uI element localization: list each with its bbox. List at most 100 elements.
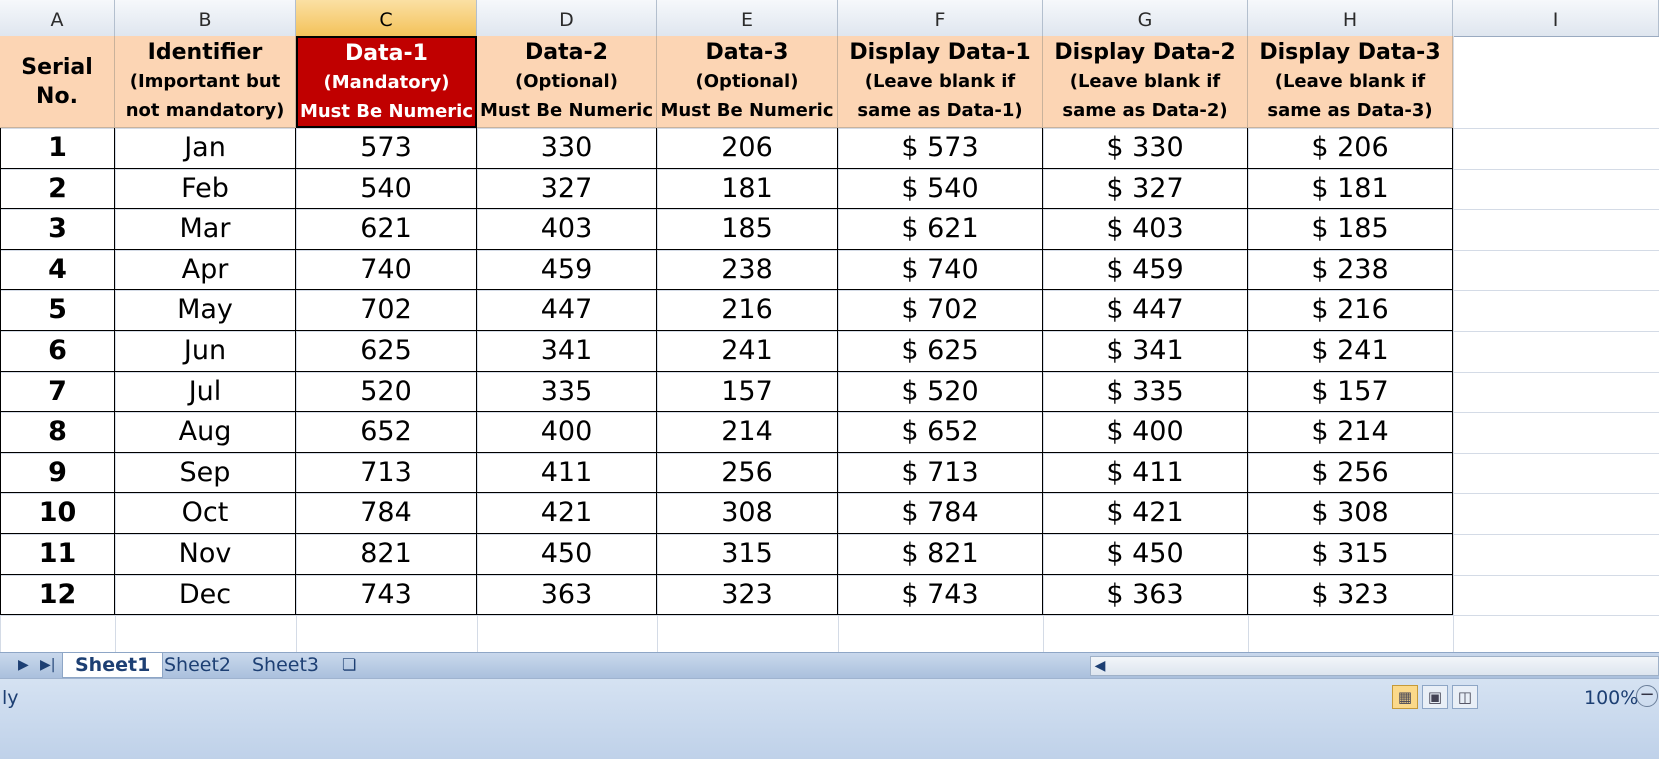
table-cell[interactable]: Mar [115,209,296,250]
table-cell[interactable]: $ 621 [838,209,1043,250]
table-cell[interactable]: 411 [477,452,657,494]
table-cell[interactable]: $ 335 [1043,371,1248,413]
table-cell[interactable]: Aug [115,412,296,453]
table-cell[interactable]: $ 238 [1248,249,1453,291]
table-cell[interactable]: 327 [477,168,657,210]
last-sheet-icon[interactable]: ▶| [40,657,55,673]
table-cell[interactable]: 7 [0,371,115,413]
table-cell[interactable]: 238 [657,249,838,291]
table-cell[interactable]: $ 403 [1043,209,1248,250]
table-cell[interactable]: $ 214 [1248,412,1453,453]
horizontal-scrollbar[interactable] [1090,656,1659,676]
column-header-f[interactable]: F [838,0,1043,36]
header-cell-a[interactable]: Serial No. [0,36,115,128]
column-header-d[interactable]: D [477,0,657,36]
table-cell[interactable]: $ 216 [1248,290,1453,331]
table-cell[interactable]: $ 459 [1043,249,1248,291]
table-cell[interactable]: 214 [657,412,838,453]
table-cell[interactable]: $ 450 [1043,534,1248,575]
page-layout-view-icon[interactable]: ▣ [1422,685,1448,709]
table-cell[interactable]: $ 330 [1043,128,1248,169]
table-cell[interactable]: 330 [477,128,657,169]
sheet-tab-sheet2[interactable]: Sheet2 [152,653,243,677]
table-cell[interactable]: 743 [296,574,477,616]
table-cell[interactable]: 702 [296,290,477,331]
header-cell-e[interactable]: Data-3 (Optional) Must Be Numeric [657,36,838,128]
header-cell-d[interactable]: Data-2 (Optional) Must Be Numeric [477,36,657,128]
column-header-c[interactable]: C [296,0,477,36]
table-cell[interactable]: 652 [296,412,477,453]
table-cell[interactable]: $ 256 [1248,452,1453,494]
table-cell[interactable]: Dec [115,574,296,616]
table-cell[interactable]: $ 702 [838,290,1043,331]
table-cell[interactable]: $ 315 [1248,534,1453,575]
table-cell[interactable]: $ 341 [1043,331,1248,372]
table-cell[interactable]: 12 [0,574,115,616]
column-header-i[interactable]: I [1453,0,1659,36]
table-cell[interactable]: 821 [296,534,477,575]
table-cell[interactable]: 341 [477,331,657,372]
table-cell[interactable]: Nov [115,534,296,575]
table-cell[interactable]: 8 [0,412,115,453]
page-break-view-icon[interactable]: ◫ [1452,685,1478,709]
header-cell-f[interactable]: Display Data-1 (Leave blank if same as Dat… [838,36,1043,128]
table-cell[interactable]: 625 [296,331,477,372]
table-cell[interactable]: Feb [115,168,296,210]
table-cell[interactable]: 403 [477,209,657,250]
table-cell[interactable]: $ 327 [1043,168,1248,210]
column-header-e[interactable]: E [657,0,838,36]
table-cell[interactable]: $ 363 [1043,574,1248,616]
sheet-tab-sheet1[interactable]: Sheet1 [62,653,164,678]
table-cell[interactable]: $ 323 [1248,574,1453,616]
scroll-left-icon[interactable]: ◀ [1090,656,1110,676]
table-cell[interactable]: Apr [115,249,296,291]
table-cell[interactable]: 400 [477,412,657,453]
table-cell[interactable]: 6 [0,331,115,372]
table-cell[interactable]: $ 241 [1248,331,1453,372]
zoom-out-icon[interactable]: − [1636,685,1658,707]
table-cell[interactable]: 447 [477,290,657,331]
table-cell[interactable]: 157 [657,371,838,413]
table-cell[interactable]: 9 [0,452,115,494]
table-cell[interactable]: 450 [477,534,657,575]
table-cell[interactable]: 206 [657,128,838,169]
table-cell[interactable]: 308 [657,493,838,534]
table-cell[interactable]: $ 447 [1043,290,1248,331]
column-header-a[interactable]: A [0,0,115,36]
table-cell[interactable]: Jan [115,128,296,169]
table-cell[interactable]: $ 784 [838,493,1043,534]
header-cell-b[interactable]: Identifier (Important but not mandatory) [115,36,296,128]
column-header-h[interactable]: H [1248,0,1453,36]
table-cell[interactable]: 621 [296,209,477,250]
normal-view-icon[interactable]: ▦ [1392,685,1418,709]
table-cell[interactable]: Jul [115,371,296,413]
insert-sheet-icon[interactable]: ❏ [330,653,368,677]
table-cell[interactable]: 216 [657,290,838,331]
table-cell[interactable]: 10 [0,493,115,534]
table-cell[interactable]: 181 [657,168,838,210]
table-cell[interactable]: 784 [296,493,477,534]
table-cell[interactable]: Jun [115,331,296,372]
table-cell[interactable]: $ 411 [1043,452,1248,494]
table-cell[interactable]: 421 [477,493,657,534]
table-cell[interactable]: 540 [296,168,477,210]
table-cell[interactable]: 323 [657,574,838,616]
table-cell[interactable]: $ 713 [838,452,1043,494]
table-cell[interactable]: $ 520 [838,371,1043,413]
table-cell[interactable]: $ 652 [838,412,1043,453]
column-header-g[interactable]: G [1043,0,1248,36]
table-cell[interactable]: 740 [296,249,477,291]
table-cell[interactable]: May [115,290,296,331]
table-cell[interactable]: 335 [477,371,657,413]
table-cell[interactable]: $ 743 [838,574,1043,616]
table-cell[interactable]: 3 [0,209,115,250]
next-sheet-icon[interactable]: ▶ [18,657,29,673]
header-cell-c[interactable]: Data-1 (Mandatory) Must Be Numeric [296,36,477,128]
table-cell[interactable]: 315 [657,534,838,575]
table-cell[interactable]: 5 [0,290,115,331]
header-cell-g[interactable]: Display Data-2 (Leave blank if same as Dat… [1043,36,1248,128]
header-cell-h[interactable]: Display Data-3 (Leave blank if same as Dat… [1248,36,1453,128]
table-cell[interactable]: $ 740 [838,249,1043,291]
table-cell[interactable]: 4 [0,249,115,291]
table-cell[interactable]: Sep [115,452,296,494]
